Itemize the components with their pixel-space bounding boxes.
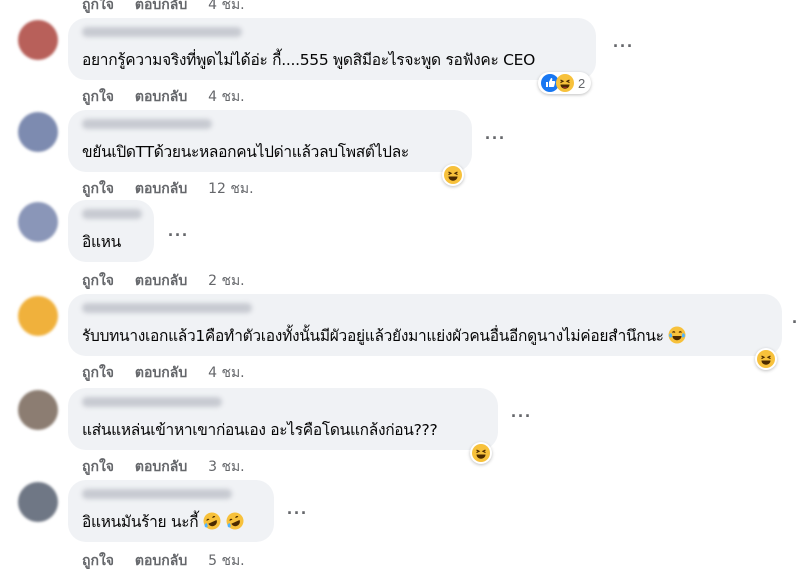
avatar[interactable] bbox=[18, 390, 58, 430]
reaction-summary[interactable] bbox=[442, 164, 464, 186]
avatar[interactable] bbox=[18, 482, 58, 522]
comment-bubble: ขยันเปิดTTด้วยนะหลอกคนไปด่าแล้วลบโพสต์ไป… bbox=[68, 110, 472, 172]
comment-bubble: รับบทนางเอกแล้ว1คือทำตัวเองทั้งนั้นมีผัว… bbox=[68, 294, 782, 356]
author-name-blurred[interactable] bbox=[82, 397, 222, 407]
timestamp[interactable]: 3 ชม. bbox=[208, 459, 245, 475]
comment-actions: ถูกใจ ตอบกลับ 4 ชม. bbox=[82, 86, 261, 108]
timestamp[interactable]: 4 ชม. bbox=[208, 365, 245, 381]
comment-actions: ถูกใจ ตอบกลับ 2 ชม. bbox=[82, 270, 261, 292]
like-button[interactable]: ถูกใจ bbox=[82, 181, 114, 197]
like-button[interactable]: ถูกใจ bbox=[82, 0, 114, 13]
rofl-emoji-icon bbox=[226, 512, 244, 530]
reply-button[interactable]: ตอบกลับ bbox=[135, 365, 187, 381]
comment-bubble: อิแหน bbox=[68, 200, 154, 262]
comment-actions: ถูกใจ ตอบกลับ 4 ชม. bbox=[82, 0, 261, 16]
comment-bubble: อยากรู้ความจริงที่พูดไม่ได้อ่ะ กี้....55… bbox=[68, 18, 596, 80]
more-options-icon[interactable]: ··· bbox=[287, 503, 308, 524]
more-options-icon[interactable]: ··· bbox=[511, 406, 532, 427]
author-name-blurred[interactable] bbox=[82, 209, 142, 219]
more-options-icon[interactable]: ··· bbox=[168, 225, 189, 246]
tears-of-joy-emoji-icon bbox=[668, 326, 686, 344]
comment-text-content: รับบทนางเอกแล้ว1คือทำตัวเองทั้งนั้นมีผัว… bbox=[82, 327, 664, 345]
timestamp[interactable]: 12 ชม. bbox=[208, 181, 253, 197]
more-options-icon[interactable]: ··· bbox=[792, 312, 800, 333]
comment-text-content: อิแหนมันร้าย นะกี้ bbox=[82, 513, 199, 531]
reaction-count: 2 bbox=[578, 75, 586, 91]
avatar[interactable] bbox=[18, 20, 58, 60]
reply-button[interactable]: ตอบกลับ bbox=[135, 181, 187, 197]
comment-text: อยากรู้ความจริงที่พูดไม่ได้อ่ะ กี้....55… bbox=[82, 51, 536, 69]
reply-button[interactable]: ตอบกลับ bbox=[135, 89, 187, 105]
laughing-emoji-icon bbox=[556, 74, 574, 92]
comment-actions: ถูกใจ ตอบกลับ 5 ชม. bbox=[82, 550, 261, 572]
like-button[interactable]: ถูกใจ bbox=[82, 273, 114, 289]
more-options-icon[interactable]: ··· bbox=[485, 128, 506, 149]
comment-actions: ถูกใจ ตอบกลับ 4 ชม. bbox=[82, 362, 261, 384]
laughing-emoji-icon bbox=[472, 444, 490, 462]
like-button[interactable]: ถูกใจ bbox=[82, 553, 114, 569]
author-name-blurred[interactable] bbox=[82, 489, 232, 499]
laughing-emoji-icon bbox=[757, 350, 775, 368]
reply-button[interactable]: ตอบกลับ bbox=[135, 459, 187, 475]
comment-bubble: แส่นแหล่นเข้าหาเขาก่อนเอง อะไรคือโดนแกล้… bbox=[68, 388, 498, 450]
reaction-summary[interactable] bbox=[470, 442, 492, 464]
comment-text: รับบทนางเอกแล้ว1คือทำตัวเองทั้งนั้นมีผัว… bbox=[82, 326, 686, 346]
reaction-summary[interactable] bbox=[755, 348, 777, 370]
laughing-emoji-icon bbox=[444, 166, 462, 184]
comment-text: อิแหนมันร้าย นะกี้ bbox=[82, 512, 244, 532]
like-button[interactable]: ถูกใจ bbox=[82, 89, 114, 105]
comment-text: แส่นแหล่นเข้าหาเขาก่อนเอง อะไรคือโดนแกล้… bbox=[82, 421, 438, 439]
author-name-blurred[interactable] bbox=[82, 303, 252, 313]
timestamp[interactable]: 2 ชม. bbox=[208, 273, 245, 289]
more-options-icon[interactable]: ··· bbox=[613, 36, 634, 57]
comment-text: อิแหน bbox=[82, 233, 121, 251]
comment-actions: ถูกใจ ตอบกลับ 12 ชม. bbox=[82, 178, 270, 200]
author-name-blurred[interactable] bbox=[82, 119, 212, 129]
avatar[interactable] bbox=[18, 202, 58, 242]
reply-button[interactable]: ตอบกลับ bbox=[135, 273, 187, 289]
author-name-blurred[interactable] bbox=[82, 27, 242, 37]
avatar[interactable] bbox=[18, 112, 58, 152]
timestamp[interactable]: 4 ชม. bbox=[208, 0, 245, 13]
timestamp[interactable]: 4 ชม. bbox=[208, 89, 245, 105]
comment-text: ขยันเปิดTTด้วยนะหลอกคนไปด่าแล้วลบโพสต์ไป… bbox=[82, 143, 409, 161]
like-button[interactable]: ถูกใจ bbox=[82, 459, 114, 475]
timestamp[interactable]: 5 ชม. bbox=[208, 553, 245, 569]
rofl-emoji-icon bbox=[203, 512, 221, 530]
comment-actions: ถูกใจ ตอบกลับ 3 ชม. bbox=[82, 456, 261, 478]
comment-bubble: อิแหนมันร้าย นะกี้ bbox=[68, 480, 274, 542]
reaction-summary[interactable]: 2 bbox=[538, 72, 592, 94]
like-button[interactable]: ถูกใจ bbox=[82, 365, 114, 381]
reply-button[interactable]: ตอบกลับ bbox=[135, 553, 187, 569]
reply-button[interactable]: ตอบกลับ bbox=[135, 0, 187, 13]
avatar[interactable] bbox=[18, 296, 58, 336]
